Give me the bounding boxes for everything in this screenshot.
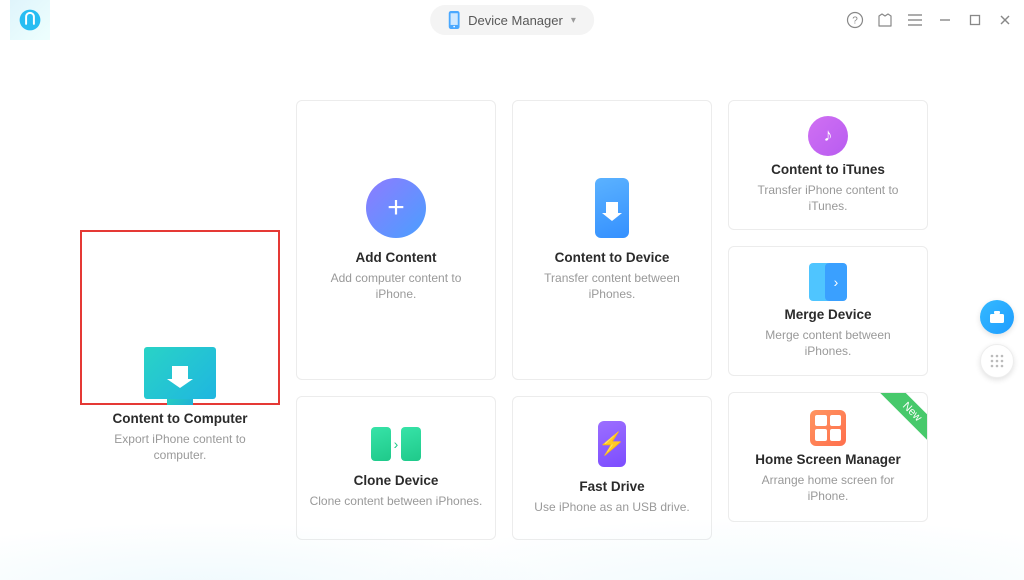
card-title: Home Screen Manager	[755, 452, 901, 467]
card-title: Merge Device	[784, 307, 871, 322]
card-add-content[interactable]: + Add Content Add computer content to iP…	[296, 100, 496, 380]
mode-label: Device Manager	[468, 13, 563, 28]
card-content-to-device[interactable]: Content to Device Transfer content betwe…	[512, 100, 712, 380]
card-title: Content to Computer	[113, 411, 248, 426]
window-controls: ?	[846, 11, 1014, 29]
card-desc: Clone content between iPhones.	[310, 494, 483, 510]
monitor-download-icon	[144, 347, 216, 399]
clone-icon: ›	[371, 427, 422, 461]
chevron-down-icon: ▾	[571, 15, 576, 26]
close-button[interactable]	[996, 11, 1014, 29]
grid-icon	[810, 410, 846, 446]
card-desc: Use iPhone as an USB drive.	[534, 500, 689, 516]
card-title: Add Content	[356, 250, 437, 265]
card-title: Fast Drive	[579, 479, 644, 494]
card-merge-device[interactable]: › Merge Device Merge content between iPh…	[728, 246, 928, 376]
card-home-screen-manager[interactable]: New Home Screen Manager Arrange home scr…	[728, 392, 928, 522]
new-badge: New	[878, 392, 928, 446]
phone-icon	[448, 11, 460, 29]
card-desc: Transfer iPhone content to iTunes.	[741, 183, 915, 214]
card-title: Content to Device	[555, 250, 670, 265]
help-icon[interactable]: ?	[846, 11, 864, 29]
itunes-icon: ♪	[808, 116, 848, 156]
plus-circle-icon: +	[366, 178, 426, 238]
minimize-button[interactable]	[936, 11, 954, 29]
titlebar: Device Manager ▾ ?	[0, 0, 1024, 40]
toolbox-fab[interactable]	[980, 300, 1014, 334]
card-title: Content to iTunes	[771, 162, 885, 177]
card-desc: Arrange home screen for iPhone.	[741, 473, 915, 504]
menu-icon[interactable]	[906, 11, 924, 29]
phone-bolt-icon: ⚡	[598, 421, 626, 467]
card-desc: Merge content between iPhones.	[741, 328, 915, 359]
card-grid: Content to Computer Export iPhone conten…	[0, 40, 1024, 540]
card-desc: Transfer content between iPhones.	[525, 271, 699, 302]
mode-selector[interactable]: Device Manager ▾	[430, 5, 594, 35]
skin-icon[interactable]	[876, 11, 894, 29]
card-fast-drive[interactable]: ⚡ Fast Drive Use iPhone as an USB drive.	[512, 396, 712, 540]
card-desc: Export iPhone content to computer.	[92, 432, 268, 463]
side-actions	[980, 300, 1014, 378]
card-content-to-computer[interactable]: Content to Computer Export iPhone conten…	[80, 100, 280, 540]
card-title: Clone Device	[354, 473, 439, 488]
maximize-button[interactable]	[966, 11, 984, 29]
phone-download-icon	[595, 178, 629, 238]
card-content-to-itunes[interactable]: ♪ Content to iTunes Transfer iPhone cont…	[728, 100, 928, 230]
svg-text:?: ?	[852, 16, 858, 27]
card-desc: Add computer content to iPhone.	[309, 271, 483, 302]
grid-fab[interactable]	[980, 344, 1014, 378]
merge-icon: ›	[809, 263, 847, 301]
app-logo	[10, 0, 50, 40]
card-clone-device[interactable]: › Clone Device Clone content between iPh…	[296, 396, 496, 540]
